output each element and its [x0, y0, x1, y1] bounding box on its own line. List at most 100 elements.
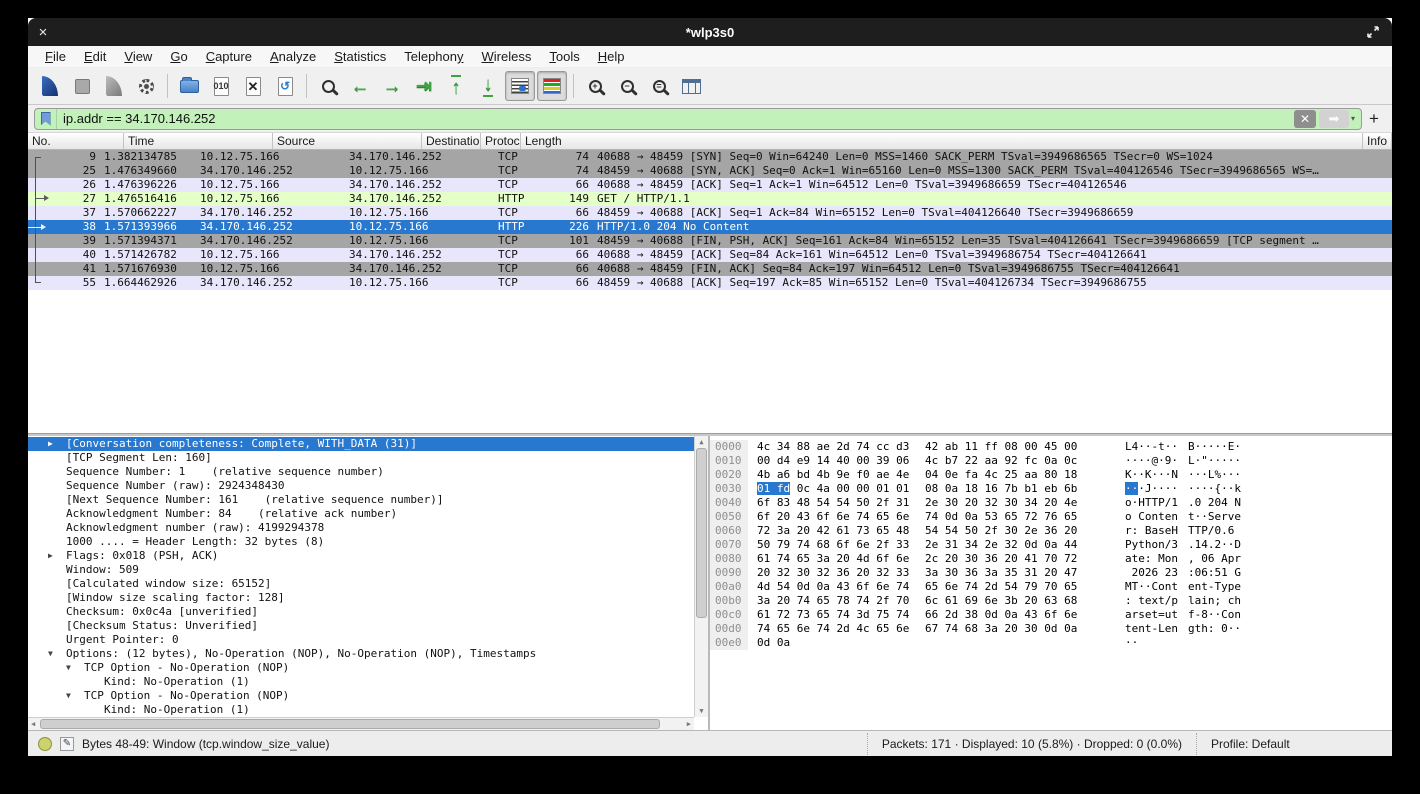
detail-line[interactable]: ▼Options: (12 bytes), No-Operation (NOP)…	[28, 647, 708, 661]
menu-item[interactable]: File	[36, 47, 75, 66]
table-row[interactable]: 41 1.571676930 10.12.75.166 34.170.146.2…	[28, 262, 1392, 276]
menu-item[interactable]: Edit	[75, 47, 115, 66]
zoom-reset-icon[interactable]: =	[644, 71, 674, 101]
save-file-icon[interactable]: 010	[206, 71, 236, 101]
hex-row[interactable]: 0060 72 3a 20 42 61 73 65 48 54 54 50 2f…	[710, 524, 1392, 538]
go-back-icon[interactable]: ←	[345, 71, 375, 101]
detail-line[interactable]: [Next Sequence Number: 161 (relative seq…	[28, 493, 708, 507]
hex-row[interactable]: 0030 01 fd 0c 4a 00 00 01 01 08 0a 18 16…	[710, 482, 1392, 496]
detail-vertical-scrollbar[interactable]: ▲▼	[694, 436, 708, 717]
detail-line[interactable]: ▶[Conversation completeness: Complete, W…	[28, 437, 708, 451]
colorize-icon[interactable]	[537, 71, 567, 101]
menu-item[interactable]: Wireless	[473, 47, 541, 66]
hex-row[interactable]: 0020 4b a6 bd 4b 9e f0 ae 4e 04 0e fa 4c…	[710, 468, 1392, 482]
column-header[interactable]: Info	[1363, 133, 1392, 149]
column-header[interactable]: Protocol	[481, 133, 521, 149]
table-row[interactable]: 39 1.571394371 34.170.146.252 10.12.75.1…	[28, 234, 1392, 248]
filter-apply-icon[interactable]: ➡	[1319, 110, 1349, 128]
go-forward-icon[interactable]: →	[377, 71, 407, 101]
expand-arrow-icon[interactable]: ▼	[48, 647, 66, 661]
expand-arrow-icon[interactable]: ▼	[66, 661, 84, 675]
detail-line[interactable]: Window: 509	[28, 563, 708, 577]
detail-line[interactable]: 1000 .... = Header Length: 32 bytes (8)	[28, 535, 708, 549]
restart-capture-icon[interactable]	[99, 71, 129, 101]
hex-row[interactable]: 0080 61 74 65 3a 20 4d 6f 6e 2c 20 30 36…	[710, 552, 1392, 566]
table-row[interactable]: 9 1.382134785 10.12.75.166 34.170.146.25…	[28, 150, 1392, 164]
filter-add-button[interactable]: +	[1362, 109, 1386, 129]
detail-line[interactable]: Kind: No-Operation (1)	[28, 675, 708, 689]
find-packet-icon[interactable]	[313, 71, 343, 101]
detail-line[interactable]: [TCP Segment Len: 160]	[28, 451, 708, 465]
capture-comment-icon[interactable]: ✎	[60, 737, 74, 751]
column-header[interactable]: No.	[28, 133, 124, 149]
profile-selector[interactable]: Profile: Default	[1196, 733, 1392, 755]
expand-arrow-icon[interactable]: ▼	[66, 689, 84, 703]
filter-bookmark-icon[interactable]	[35, 109, 57, 129]
detail-line[interactable]: ▼TCP Option - No-Operation (NOP)	[28, 689, 708, 703]
detail-line[interactable]: [Calculated window size: 65152]	[28, 577, 708, 591]
stop-capture-icon[interactable]	[67, 71, 97, 101]
hex-row[interactable]: 00e0 0d 0a ··	[710, 636, 1392, 650]
menu-item[interactable]: Help	[589, 47, 634, 66]
hex-row[interactable]: 0050 6f 20 43 6f 6e 74 65 6e 74 0d 0a 53…	[710, 510, 1392, 524]
open-file-icon[interactable]	[174, 71, 204, 101]
go-last-packet-icon[interactable]: ↓	[473, 71, 503, 101]
menu-item[interactable]: Analyze	[261, 47, 325, 66]
display-filter-field[interactable]: ✕ ➡ ▾	[34, 108, 1362, 130]
column-header[interactable]: Length	[521, 133, 1363, 149]
table-row[interactable]: 38 1.571393966 34.170.146.252 10.12.75.1…	[28, 220, 1392, 234]
table-row[interactable]: 55 1.664462926 34.170.146.252 10.12.75.1…	[28, 276, 1392, 290]
detail-line[interactable]: Checksum: 0x0c4a [unverified]	[28, 605, 708, 619]
table-row[interactable]: 25 1.476349660 34.170.146.252 10.12.75.1…	[28, 164, 1392, 178]
column-header[interactable]: Source	[273, 133, 422, 149]
auto-scroll-icon[interactable]	[505, 71, 535, 101]
menu-item[interactable]: Go	[161, 47, 196, 66]
detail-line[interactable]: ▼TCP Option - No-Operation (NOP)	[28, 661, 708, 675]
filter-clear-icon[interactable]: ✕	[1294, 110, 1316, 128]
menu-item[interactable]: Telephony	[395, 47, 472, 66]
expand-arrow-icon[interactable]: ▶	[48, 549, 66, 563]
detail-line[interactable]: [Window size scaling factor: 128]	[28, 591, 708, 605]
hex-row[interactable]: 0070 50 79 74 68 6f 6e 2f 33 2e 31 34 2e…	[710, 538, 1392, 552]
reload-file-icon[interactable]: ↺	[270, 71, 300, 101]
menu-item[interactable]: Statistics	[325, 47, 395, 66]
hex-row[interactable]: 0000 4c 34 88 ae 2d 74 cc d3 42 ab 11 ff…	[710, 440, 1392, 454]
resize-columns-icon[interactable]	[676, 71, 706, 101]
expand-arrow-icon[interactable]: ▶	[48, 437, 66, 451]
hex-row[interactable]: 0090 20 32 30 32 36 20 32 33 3a 30 36 3a…	[710, 566, 1392, 580]
detail-line[interactable]: ▶Flags: 0x018 (PSH, ACK)	[28, 549, 708, 563]
expert-info-icon[interactable]	[38, 737, 52, 751]
go-to-packet-icon[interactable]: ⇥	[409, 71, 439, 101]
hex-row[interactable]: 00b0 3a 20 74 65 78 74 2f 70 6c 61 69 6e…	[710, 594, 1392, 608]
table-row[interactable]: 37 1.570662227 34.170.146.252 10.12.75.1…	[28, 206, 1392, 220]
table-row[interactable]: 27 1.476516416 10.12.75.166 34.170.146.2…	[28, 192, 1392, 206]
close-file-icon[interactable]: ✕	[238, 71, 268, 101]
column-header[interactable]: Time	[124, 133, 273, 149]
start-capture-icon[interactable]	[35, 71, 65, 101]
detail-line[interactable]: [Checksum Status: Unverified]	[28, 619, 708, 633]
hex-row[interactable]: 00a0 4d 54 0d 0a 43 6f 6e 74 65 6e 74 2d…	[710, 580, 1392, 594]
detail-line[interactable]: Acknowledgment number (raw): 4199294378	[28, 521, 708, 535]
hex-row[interactable]: 0010 00 d4 e9 14 40 00 39 06 4c b7 22 aa…	[710, 454, 1392, 468]
hex-row[interactable]: 00c0 61 72 73 65 74 3d 75 74 66 2d 38 0d…	[710, 608, 1392, 622]
menu-item[interactable]: Capture	[197, 47, 261, 66]
table-row[interactable]: 40 1.571426782 10.12.75.166 34.170.146.2…	[28, 248, 1392, 262]
zoom-out-icon[interactable]: −	[612, 71, 642, 101]
detail-line[interactable]: Sequence Number (raw): 2924348430	[28, 479, 708, 493]
detail-line[interactable]: Sequence Number: 1 (relative sequence nu…	[28, 465, 708, 479]
menu-item[interactable]: Tools	[540, 47, 588, 66]
zoom-in-icon[interactable]: +	[580, 71, 610, 101]
maximize-icon[interactable]	[1366, 25, 1380, 39]
go-first-packet-icon[interactable]: ↑	[441, 71, 471, 101]
filter-dropdown-icon[interactable]: ▾	[1351, 114, 1355, 123]
table-row[interactable]: 26 1.476396226 10.12.75.166 34.170.146.2…	[28, 178, 1392, 192]
hex-row[interactable]: 00d0 74 65 6e 74 2d 4c 65 6e 67 74 68 3a…	[710, 622, 1392, 636]
hex-row[interactable]: 0040 6f 83 48 54 54 50 2f 31 2e 30 20 32…	[710, 496, 1392, 510]
display-filter-input[interactable]	[57, 111, 1294, 126]
detail-line[interactable]: Acknowledgment Number: 84 (relative ack …	[28, 507, 708, 521]
detail-line[interactable]: Kind: No-Operation (1)	[28, 703, 708, 717]
detail-horizontal-scrollbar[interactable]: ◀▶	[28, 717, 694, 730]
menu-item[interactable]: View	[115, 47, 161, 66]
capture-options-icon[interactable]	[131, 71, 161, 101]
detail-line[interactable]: Urgent Pointer: 0	[28, 633, 708, 647]
